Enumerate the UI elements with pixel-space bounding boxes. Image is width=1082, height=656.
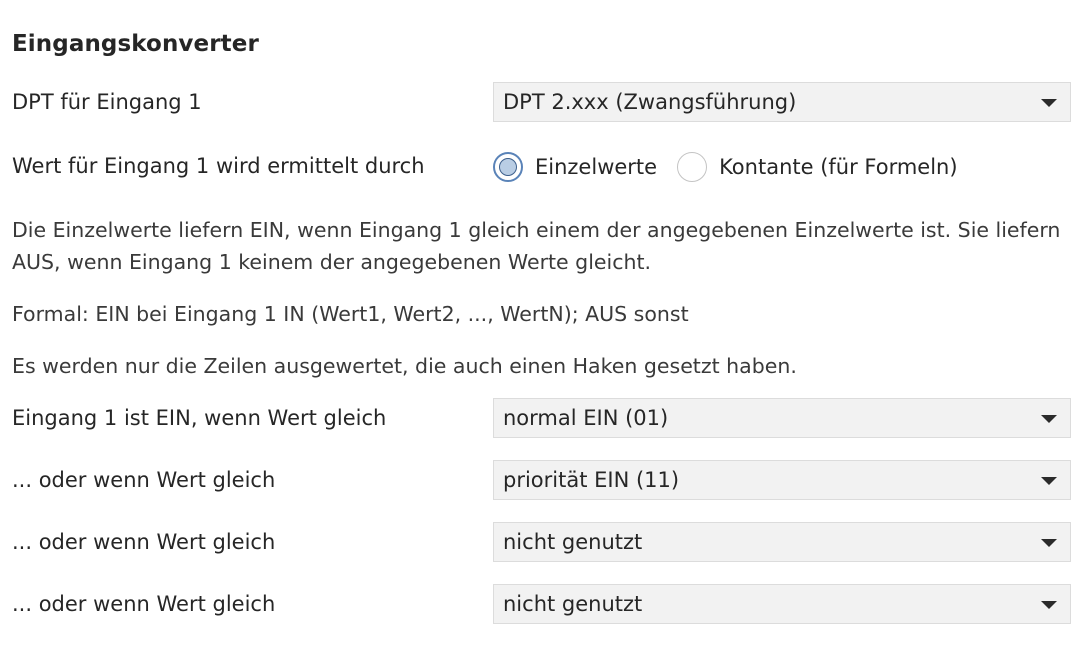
condition-select-value: priorität EIN (11): [503, 468, 680, 492]
note-text: Es werden nur die Zeilen ausgewertet, di…: [12, 354, 797, 378]
radio-einzelwerte-label: Einzelwerte: [535, 155, 658, 179]
condition-label: Eingang 1 ist EIN, wenn Wert gleich: [12, 406, 387, 430]
mode-label: Wert für Eingang 1 wird ermittelt durch: [12, 154, 425, 178]
description-text: Die Einzelwerte liefern EIN, wenn Eingan…: [12, 218, 1061, 274]
condition-select-value: nicht genutzt: [503, 530, 643, 554]
condition-select-2[interactable]: priorität EIN (11): [493, 460, 1071, 500]
condition-select-4[interactable]: nicht genutzt: [493, 584, 1071, 624]
condition-select-1[interactable]: normal EIN (01): [493, 398, 1071, 438]
chevron-down-icon: [1041, 539, 1057, 547]
chevron-down-icon: [1041, 99, 1057, 107]
chevron-down-icon: [1041, 415, 1057, 423]
dpt-label: DPT für Eingang 1: [12, 90, 202, 114]
radio-konstante[interactable]: Kontante (für Formeln): [677, 152, 958, 182]
dpt-select[interactable]: DPT 2.xxx (Zwangsführung): [493, 82, 1071, 122]
condition-label: ... oder wenn Wert gleich: [12, 592, 276, 616]
radio-checked-icon[interactable]: [493, 152, 523, 182]
dpt-select-value: DPT 2.xxx (Zwangsführung): [503, 90, 797, 114]
radio-unchecked-icon[interactable]: [677, 152, 708, 182]
condition-label: ... oder wenn Wert gleich: [12, 530, 276, 554]
condition-label: ... oder wenn Wert gleich: [12, 468, 276, 492]
condition-select-value: normal EIN (01): [503, 406, 669, 430]
section-title: Eingangskonverter: [12, 31, 259, 57]
radio-konstante-label: Kontante (für Formeln): [719, 155, 958, 179]
chevron-down-icon: [1041, 601, 1057, 609]
formal-text: Formal: EIN bei Eingang 1 IN (Wert1, Wer…: [12, 302, 689, 326]
condition-select-3[interactable]: nicht genutzt: [493, 522, 1071, 562]
condition-select-value: nicht genutzt: [503, 592, 643, 616]
radio-einzelwerte[interactable]: Einzelwerte: [493, 152, 657, 182]
chevron-down-icon: [1041, 477, 1057, 485]
mode-radio-group: Einzelwerte Kontante (für Formeln): [493, 150, 978, 184]
